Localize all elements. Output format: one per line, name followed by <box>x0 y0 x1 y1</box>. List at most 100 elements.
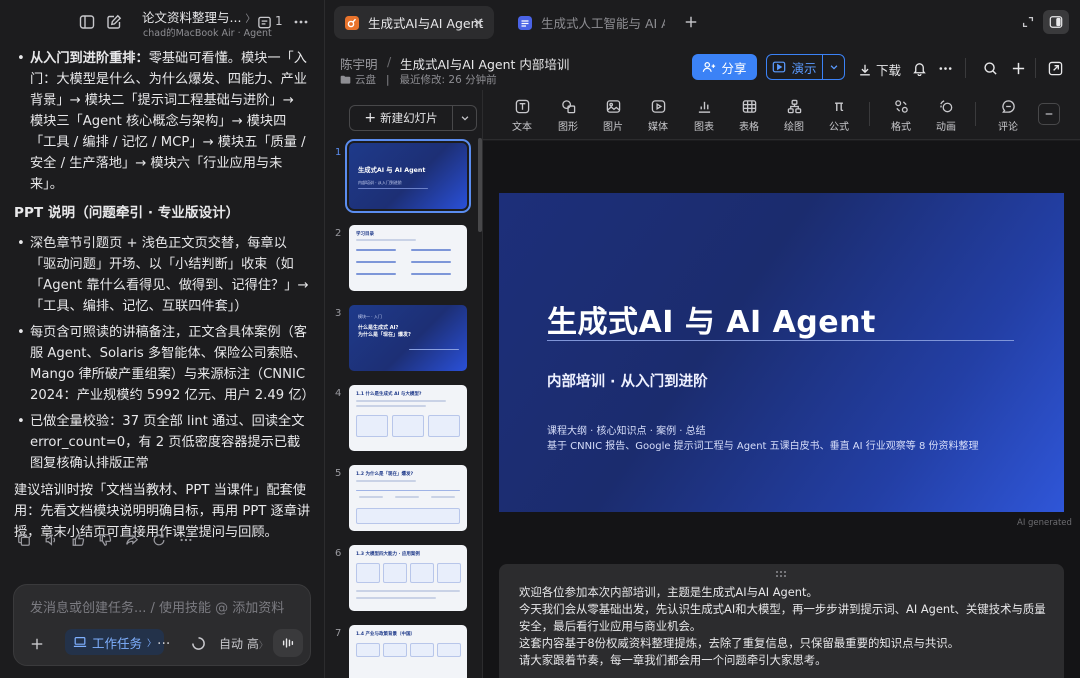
slide-description-line[interactable]: 课程大纲 · 核心知识点 · 案例 · 总结 <box>547 422 706 437</box>
tool-animation[interactable]: 动画 <box>924 98 968 133</box>
task-count: 1 <box>275 14 283 28</box>
share-button[interactable]: 分享 <box>692 54 757 80</box>
thumbs-down-icon[interactable] <box>97 532 113 548</box>
tab-slides-active[interactable]: 生成式AI与AI Agent <box>334 6 494 39</box>
drag-handle-icon[interactable] <box>775 570 787 578</box>
tool-comment[interactable]: 评论 <box>986 98 1030 133</box>
tool-table[interactable]: 表格 <box>727 98 771 133</box>
notes-line: 安全，最后看行业应用与商业机会。 <box>519 619 702 633</box>
tool-format[interactable]: 格式 <box>879 98 923 133</box>
tool-drawing[interactable]: 绘图 <box>772 98 816 133</box>
new-slide-button[interactable]: + 新建幻灯片 <box>349 105 453 131</box>
slide-thumbnails-panel: + 新建幻灯片 1 生成式AI 与 AI Agent 内部培训 · 从入门到进阶… <box>325 90 483 678</box>
tool-formula[interactable]: π 公式 <box>817 98 861 133</box>
diagram-icon <box>786 98 802 114</box>
present-button[interactable]: 演示 <box>766 54 845 80</box>
slide-number: 6 <box>335 548 342 559</box>
message-input[interactable] <box>30 599 300 617</box>
copy-icon[interactable] <box>16 532 32 548</box>
voice-icon[interactable] <box>273 629 303 657</box>
slide-thumbnail-7[interactable]: 1.4 产业与政策背景（中国） <box>349 625 467 678</box>
slides-doc-icon <box>344 15 360 31</box>
slide-title[interactable]: 生成式AI 与 AI Agent <box>547 297 876 341</box>
composer-more-icon[interactable]: ··· <box>157 636 170 652</box>
title-divider <box>547 340 1014 341</box>
share-icon[interactable] <box>124 532 140 548</box>
list-item: 已做全量校验：37 页全部 lint 通过、回读全文 error_count=0… <box>14 411 311 474</box>
tool-media[interactable]: 媒体 <box>636 98 680 133</box>
new-slide-dropdown[interactable] <box>453 105 477 131</box>
chat-header: 论文资料整理与... 〉 chad的MacBook Air · Agent 1 <box>0 0 325 44</box>
notes-line: 这套内容基于8份权威资料整理提炼，去除了重复信息，只保留最重要的知识点与共识。 <box>519 636 960 650</box>
document-icon <box>517 15 533 31</box>
new-tab-icon[interactable] <box>682 13 700 31</box>
text-icon <box>514 98 530 114</box>
tab-document[interactable]: 生成式人工智能与 AI A <box>505 6 665 39</box>
list-item: 深色章节引题页 + 浅色正文页交替，每章以「驱动问题」开场、以「小结判断」收束（… <box>14 233 311 317</box>
media-icon <box>650 98 666 114</box>
chat-message: 从入门到进阶重排：零基础可看懂。模块一「入门：大模型是什么、为什么爆发、四能力、… <box>0 44 325 564</box>
speaker-notes[interactable]: 欢迎各位参加本次内部培训，主题是生成式AI与AI Agent。 今天我们会从零基… <box>499 564 1064 678</box>
notes-line: 请大家跟着节奏，每一章我们都会用一个问题牵引大家思考。 <box>519 653 827 667</box>
notes-line: 今天我们会从零基础出发，先认识生成式AI和大模型，再一步步讲到提示词、AI Ag… <box>519 602 1046 616</box>
close-tab-icon[interactable] <box>471 15 485 29</box>
add-icon[interactable] <box>1010 60 1026 76</box>
sidebar-toggle-icon[interactable] <box>78 13 96 31</box>
split-view-icon[interactable] <box>1043 10 1069 34</box>
plus-icon: + <box>364 110 377 126</box>
slide-subtitle[interactable]: 内部培训 · 从入门到进阶 <box>547 370 708 391</box>
more-options-icon[interactable] <box>937 60 953 76</box>
tool-shape[interactable]: 图形 <box>546 98 590 133</box>
document-title[interactable]: 生成式AI与AI Agent 内部培训 <box>400 54 569 73</box>
current-slide[interactable]: 生成式AI 与 AI Agent 内部培训 · 从入门到进阶 课程大纲 · 核心… <box>499 193 1064 512</box>
add-icon[interactable] <box>28 635 46 653</box>
speaker-icon[interactable] <box>43 532 59 548</box>
download-button[interactable]: 下载 <box>858 60 901 79</box>
breadcrumb-owner[interactable]: 陈宇明 <box>340 54 378 73</box>
compose-icon[interactable] <box>105 13 123 31</box>
conversation-subtitle: chad的MacBook Air · Agent <box>143 28 272 39</box>
work-task-chip[interactable]: 工作任务 〉 <box>65 629 165 655</box>
conversation-title[interactable]: 论文资料整理与... 〉 <box>142 7 255 26</box>
slide-thumbnail-6[interactable]: 1.3 大模型四大能力 · 应用案例 <box>349 545 467 611</box>
thumbnails-scrollbar[interactable] <box>478 138 482 232</box>
slide-number: 3 <box>335 308 342 319</box>
bullet-list: 从入门到进阶重排：零基础可看懂。模块一「入门：大模型是什么、为什么爆发、四能力、… <box>14 48 311 195</box>
more-actions-icon[interactable] <box>178 532 194 548</box>
tool-image[interactable]: 图片 <box>591 98 635 133</box>
slide-number: 4 <box>335 388 342 399</box>
task-count-icon[interactable] <box>256 14 272 30</box>
more-icon[interactable] <box>292 13 310 31</box>
breadcrumb-separator: / <box>387 54 392 69</box>
slide-thumbnail-1[interactable]: 生成式AI 与 AI Agent 内部培训 · 从入门到进阶 <box>345 139 471 213</box>
slide-thumbnail-2[interactable]: 学习目录 <box>349 225 467 291</box>
format-icon <box>893 98 909 114</box>
tool-chart[interactable]: 图表 <box>682 98 726 133</box>
section-heading: PPT 说明（问题牵引 · 专业版设计） <box>14 205 240 221</box>
tool-text[interactable]: 文本 <box>500 98 544 133</box>
mode-selector[interactable]: 自动 高〉 <box>219 635 268 652</box>
download-icon <box>858 63 872 77</box>
bell-icon[interactable] <box>911 60 927 76</box>
comment-icon <box>1000 98 1016 114</box>
bullet-list: 深色章节引题页 + 浅色正文页交替，每章以「驱动问题」开场、以「小结判断」收束（… <box>14 233 315 474</box>
toolbar-overflow-button[interactable] <box>1038 103 1060 125</box>
regenerate-icon[interactable] <box>151 532 167 548</box>
open-external-icon[interactable] <box>1047 60 1063 76</box>
folder-icon <box>340 74 351 85</box>
thumbs-up-icon[interactable] <box>70 532 86 548</box>
notes-line: 欢迎各位参加本次内部培训，主题是生成式AI与AI Agent。 <box>519 585 818 599</box>
laptop-icon <box>73 635 87 649</box>
slide-canvas: 生成式AI 与 AI Agent 内部培训 · 从入门到进阶 课程大纲 · 核心… <box>483 141 1080 678</box>
animation-icon <box>938 98 954 114</box>
search-icon[interactable] <box>982 60 998 76</box>
slide-source-line[interactable]: 基于 CNNIC 报告、Google 提示词工程与 Agent 五课白皮书、垂直… <box>547 437 979 452</box>
slide-thumbnail-3[interactable]: 模块一 · 入门 什么是生成式 AI? 为什么是「现在」爆发? <box>349 305 467 371</box>
app-window: 论文资料整理与... 〉 chad的MacBook Air · Agent 1 … <box>0 0 1080 678</box>
present-options-dropdown[interactable] <box>823 62 844 72</box>
slide-thumbnail-5[interactable]: 1.2 为什么是「现在」爆发? <box>349 465 467 531</box>
insert-toolbar: 文本 图形 图片 媒体 图表 表格 绘图 π 公式 格式 动画 评论 <box>483 90 1080 140</box>
slide-thumbnail-4[interactable]: 1.1 什么是生成式 AI 与大模型? <box>349 385 467 451</box>
chat-panel: 论文资料整理与... 〉 chad的MacBook Air · Agent 1 … <box>0 0 325 678</box>
collapse-window-icon[interactable] <box>1019 13 1037 31</box>
